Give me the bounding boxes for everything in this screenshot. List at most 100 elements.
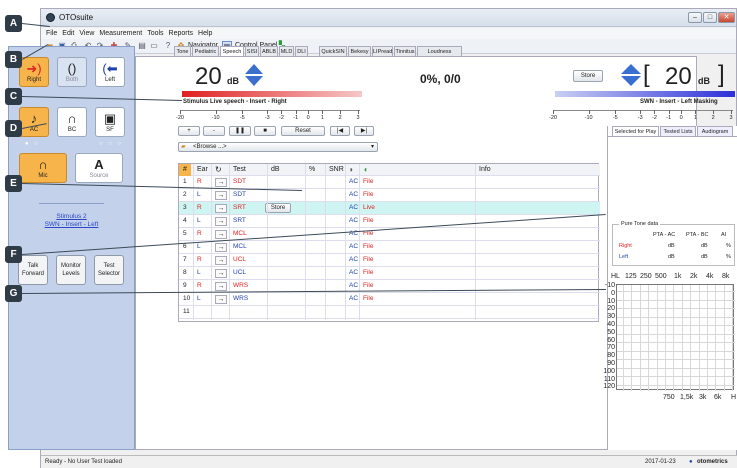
- table-row[interactable]: 10 L → WRS AC File: [179, 293, 600, 306]
- help-icon[interactable]: ?: [163, 41, 173, 51]
- store-button-top[interactable]: Store: [573, 70, 603, 82]
- masking-level-down-icon[interactable]: [621, 76, 641, 86]
- column-header[interactable]: Info: [479, 166, 491, 173]
- tab-mld[interactable]: MLD: [279, 46, 294, 56]
- menu-help[interactable]: Help: [198, 28, 212, 39]
- menu-view[interactable]: View: [79, 28, 94, 39]
- row-arrow-icon[interactable]: →: [215, 295, 227, 304]
- row-ear: L: [197, 269, 201, 276]
- pause-button[interactable]: ❚❚: [229, 126, 251, 136]
- tab-tested-lists[interactable]: Tested Lists: [660, 126, 696, 136]
- stimulus-2-detail-link[interactable]: SWN - Insert - Left: [9, 221, 134, 228]
- tab-loudness-scaling[interactable]: Loudness Scaling: [417, 46, 462, 65]
- column-header[interactable]: Test: [233, 166, 246, 173]
- maximize-button[interactable]: □: [703, 12, 717, 23]
- masking-vu-ruler: -20 -10 -5 -3 -2 -1 0 1 2 3: [549, 110, 733, 122]
- row-arrow-icon[interactable]: →: [215, 243, 227, 252]
- monitor-levels-label-2: Levels: [62, 271, 80, 277]
- audiogram-level-label: 10: [607, 297, 615, 305]
- bc-transducer-button[interactable]: ∩ BC: [57, 107, 87, 137]
- tab-dli[interactable]: DLI: [295, 46, 308, 56]
- masking-bracket-left: [: [643, 61, 650, 88]
- tab-tinnitus[interactable]: Tinnitus: [394, 46, 416, 56]
- both-ears-button[interactable]: () Both: [57, 57, 87, 87]
- right-ear-button[interactable]: ➜) Right: [19, 57, 49, 87]
- row-arrow-icon[interactable]: →: [215, 204, 227, 213]
- row-arrow-icon[interactable]: →: [215, 269, 227, 278]
- tab-tone[interactable]: Tone: [174, 46, 191, 56]
- column-header[interactable]: dB: [271, 166, 280, 173]
- masking-level-up-icon[interactable]: [621, 64, 641, 74]
- column-header[interactable]: #: [183, 166, 187, 173]
- monitor-icon[interactable]: ▭: [149, 41, 159, 51]
- row-transducer: AC: [349, 295, 359, 302]
- monitor-levels-button[interactable]: Monitor Levels: [56, 255, 86, 285]
- table-row[interactable]: 1 R → SDT AC File: [179, 176, 600, 189]
- column-header[interactable]: %: [309, 166, 315, 173]
- table-row[interactable]: 7 R → UCL AC File: [179, 254, 600, 267]
- table-row[interactable]: 8 L → UCL AC File: [179, 267, 600, 280]
- table-row[interactable]: 11: [179, 306, 600, 319]
- playlist-area: [608, 136, 737, 216]
- report-icon[interactable]: ▤: [137, 41, 147, 51]
- talk-forward-button[interactable]: Talk Forward: [18, 255, 48, 285]
- row-test: MCL: [233, 230, 247, 237]
- tab-quicksin[interactable]: QuickSIN: [319, 46, 347, 56]
- row-arrow-icon[interactable]: →: [215, 256, 227, 265]
- audiogram-gridline: [617, 325, 735, 326]
- ac-transducer-button[interactable]: ♪ AC: [19, 107, 49, 137]
- row-number: 11: [183, 308, 190, 315]
- test-selector-button[interactable]: Test Selector: [94, 255, 124, 285]
- column-divider: [305, 164, 306, 320]
- audiogram-gridline: [639, 285, 641, 391]
- row-arrow-icon[interactable]: →: [215, 230, 227, 239]
- mini-audiogram[interactable]: [616, 284, 735, 391]
- masking-ruler-label: -3: [637, 115, 643, 121]
- left-ear-button[interactable]: (⬅ Left: [95, 57, 125, 87]
- menu-edit[interactable]: Edit: [62, 28, 74, 39]
- stimulus-level-down-icon[interactable]: [245, 76, 263, 86]
- speech-test-table: # Ear Test dB% SNR Info ↻ ◗ ◖ 1 R → SDT AC File 2 L → SDT A…: [178, 163, 600, 322]
- row-arrow-icon[interactable]: →: [215, 282, 227, 291]
- close-button[interactable]: ✕: [718, 12, 735, 23]
- audiogram-gridline: [631, 285, 633, 391]
- table-row[interactable]: 2 L → SDT AC File: [179, 189, 600, 202]
- menu-file[interactable]: File: [46, 28, 57, 39]
- menu-tools[interactable]: Tools: [147, 28, 163, 39]
- previous-track-button[interactable]: |◀: [330, 126, 350, 136]
- tab-ablb[interactable]: ABLB: [260, 46, 278, 56]
- both-ears-label: Both: [65, 77, 79, 83]
- row-arrow-icon[interactable]: →: [215, 191, 227, 200]
- left-pta-bc-unit: dB: [701, 254, 708, 260]
- sf-transducer-button[interactable]: ▣ SF: [95, 107, 125, 137]
- audiogram-level-label: 70: [607, 344, 615, 352]
- tab-selected-for-play[interactable]: Selected for Play: [612, 126, 659, 136]
- tab-audiogram[interactable]: Audiogram: [697, 126, 733, 136]
- tab-bekesy[interactable]: Bekesy: [348, 46, 371, 56]
- column-header[interactable]: SNR: [329, 166, 344, 173]
- stop-button[interactable]: ■: [254, 126, 276, 136]
- minus-button[interactable]: -: [203, 126, 225, 136]
- row-store-button[interactable]: Store: [265, 203, 291, 213]
- table-row[interactable]: 3 R → SRT Store AC Live: [179, 202, 600, 215]
- tab-sisi[interactable]: SISI: [245, 46, 259, 56]
- source-button[interactable]: A Source: [75, 153, 123, 183]
- menu-measurement[interactable]: Measurement: [99, 28, 142, 39]
- mic-source-button[interactable]: ∩ Mic: [19, 153, 67, 183]
- stimulus-2-link[interactable]: Stimulus 2: [9, 213, 134, 220]
- reset-button[interactable]: Reset: [281, 126, 325, 136]
- plus-button[interactable]: +: [178, 126, 200, 136]
- minimize-button[interactable]: –: [688, 12, 702, 23]
- row-arrow-icon[interactable]: →: [215, 178, 227, 187]
- stimulus-level-up-icon[interactable]: [245, 64, 263, 74]
- browse-dropdown[interactable]: <Browse ...> ▾ ▰: [178, 142, 378, 152]
- tab-lipread[interactable]: LIPread: [372, 46, 393, 56]
- table-row[interactable]: 6 L → MCL AC File: [179, 241, 600, 254]
- audiogram-gridline: [698, 285, 700, 391]
- table-row[interactable]: 4 L → SRT AC File: [179, 215, 600, 228]
- column-header[interactable]: Ear: [197, 166, 208, 173]
- row-arrow-icon[interactable]: →: [215, 217, 227, 226]
- menu-reports[interactable]: Reports: [169, 28, 194, 39]
- next-track-button[interactable]: ▶|: [354, 126, 374, 136]
- tab-pediatric[interactable]: Pediatric: [192, 46, 219, 56]
